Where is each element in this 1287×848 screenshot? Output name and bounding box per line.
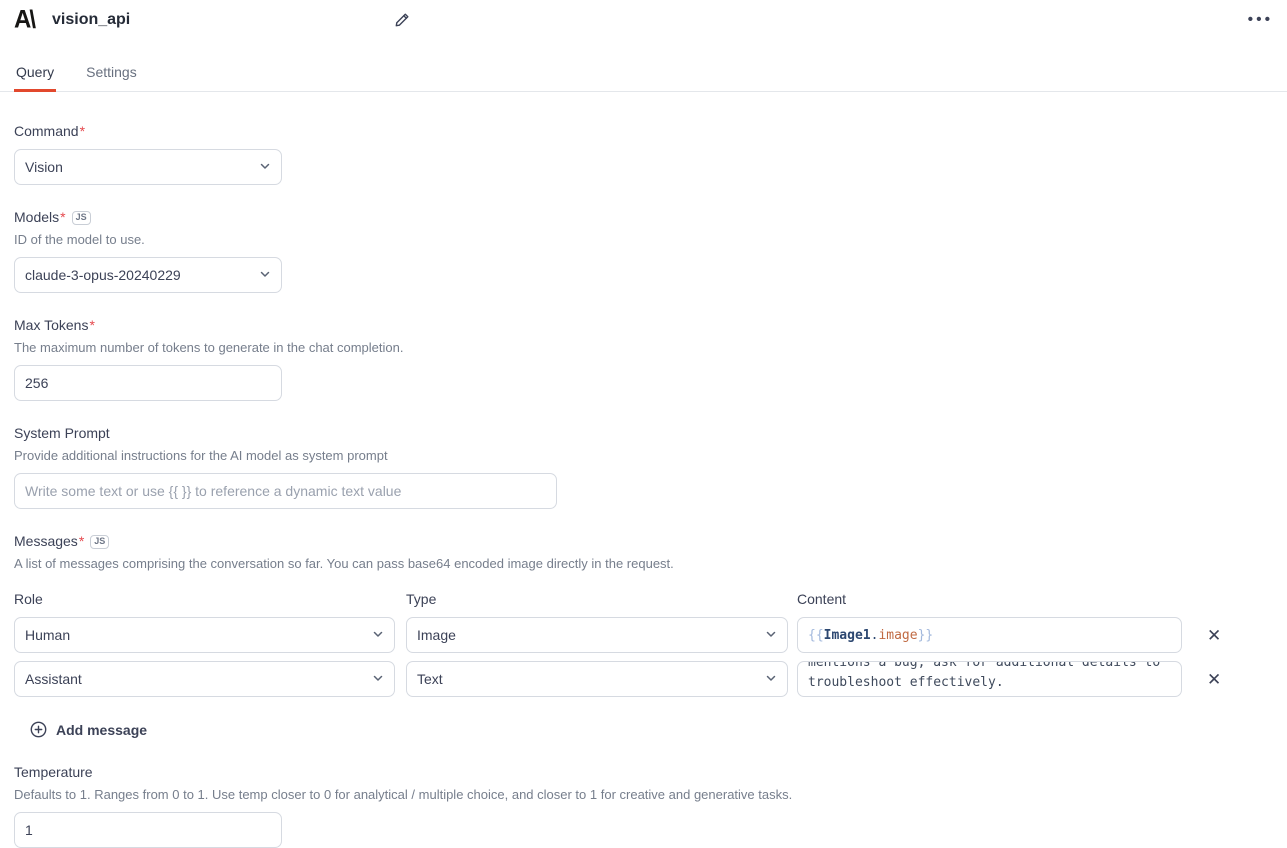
field-temperature: Temperature Defaults to 1. Ranges from 0…	[14, 762, 1273, 848]
command-select-value: Vision	[25, 159, 63, 175]
field-messages: Messages*JS A list of messages comprisin…	[14, 531, 1273, 744]
chevron-down-icon	[765, 627, 777, 643]
temperature-label: Temperature	[14, 762, 1273, 782]
role-column-header: Role	[14, 589, 395, 609]
add-message-button[interactable]: Add message	[24, 715, 153, 744]
page-title: vision_api	[52, 11, 130, 29]
max-tokens-input[interactable]	[14, 365, 282, 401]
close-icon: ✕	[1207, 626, 1221, 645]
max-tokens-label: Max Tokens*	[14, 315, 1273, 335]
chevron-down-icon	[372, 627, 384, 643]
message-row: Human Image {{Image1.image}} ✕	[14, 617, 1273, 653]
message-role-value: Assistant	[25, 671, 82, 687]
models-select[interactable]: claude-3-opus-20240229	[14, 257, 282, 293]
message-type-value: Image	[417, 627, 456, 643]
messages-label: Messages*JS	[14, 531, 1273, 551]
ellipsis-icon: • • •	[1248, 11, 1271, 28]
chevron-down-icon	[765, 671, 777, 687]
required-asterisk: *	[89, 317, 94, 333]
js-badge[interactable]: JS	[72, 211, 91, 225]
system-prompt-input[interactable]	[14, 473, 557, 509]
template-dot: .	[871, 628, 879, 643]
field-system-prompt: System Prompt Provide additional instruc…	[14, 423, 1273, 509]
field-command: Command* Vision	[14, 121, 1273, 185]
field-models: Models*JS ID of the model to use. claude…	[14, 207, 1273, 293]
message-content-textarea[interactable]: mentions a bug, ask for additional detai…	[797, 661, 1182, 697]
command-select[interactable]: Vision	[14, 149, 282, 185]
message-content-input[interactable]: {{Image1.image}}	[797, 617, 1182, 653]
plus-circle-icon	[30, 721, 47, 738]
models-label: Models*JS	[14, 207, 1273, 227]
required-asterisk: *	[80, 123, 85, 139]
chevron-down-icon	[259, 159, 271, 175]
remove-message-button[interactable]: ✕	[1203, 625, 1225, 646]
anthropic-logo-icon: A\	[14, 7, 34, 32]
message-role-value: Human	[25, 627, 70, 643]
messages-help-text: A list of messages comprising the conver…	[14, 555, 1273, 573]
message-role-select[interactable]: Assistant	[14, 661, 395, 697]
command-label: Command*	[14, 121, 1273, 141]
template-open-brace: {{	[808, 628, 824, 643]
template-property: image	[878, 628, 917, 643]
message-type-value: Text	[417, 671, 443, 687]
messages-column-headers: Role Type Content	[14, 589, 1273, 609]
add-message-label: Add message	[56, 722, 147, 738]
message-row: Assistant Text mentions a bug, ask for a…	[14, 661, 1273, 697]
template-object: Image1	[824, 628, 871, 643]
system-prompt-help-text: Provide additional instructions for the …	[14, 447, 1273, 465]
required-asterisk: *	[79, 533, 84, 549]
message-content-text: mentions a bug, ask for additional detai…	[808, 661, 1171, 693]
content-column-header: Content	[797, 589, 1182, 609]
pencil-icon	[394, 16, 410, 31]
js-badge[interactable]: JS	[90, 535, 109, 549]
field-max-tokens: Max Tokens* The maximum number of tokens…	[14, 315, 1273, 401]
tab-settings[interactable]: Settings	[84, 58, 139, 91]
required-asterisk: *	[60, 209, 65, 225]
message-role-select[interactable]: Human	[14, 617, 395, 653]
header: A\ vision_api • • •	[0, 0, 1287, 40]
template-close-brace: }}	[918, 628, 934, 643]
edit-title-button[interactable]	[392, 10, 412, 30]
chevron-down-icon	[259, 267, 271, 283]
models-help-text: ID of the model to use.	[14, 231, 1273, 249]
type-column-header: Type	[406, 589, 788, 609]
system-prompt-label: System Prompt	[14, 423, 1273, 443]
temperature-input[interactable]	[14, 812, 282, 848]
query-form: Command* Vision Models*JS ID of the mode…	[0, 92, 1287, 848]
temperature-help-text: Defaults to 1. Ranges from 0 to 1. Use t…	[14, 786, 1273, 804]
message-type-select[interactable]: Image	[406, 617, 788, 653]
tab-query[interactable]: Query	[14, 58, 56, 91]
message-type-select[interactable]: Text	[406, 661, 788, 697]
remove-message-button[interactable]: ✕	[1203, 669, 1225, 690]
max-tokens-help-text: The maximum number of tokens to generate…	[14, 339, 1273, 357]
chevron-down-icon	[372, 671, 384, 687]
tab-bar: Query Settings	[0, 58, 1287, 92]
more-options-button[interactable]: • • •	[1248, 12, 1271, 27]
close-icon: ✕	[1207, 670, 1221, 689]
models-select-value: claude-3-opus-20240229	[25, 267, 181, 283]
